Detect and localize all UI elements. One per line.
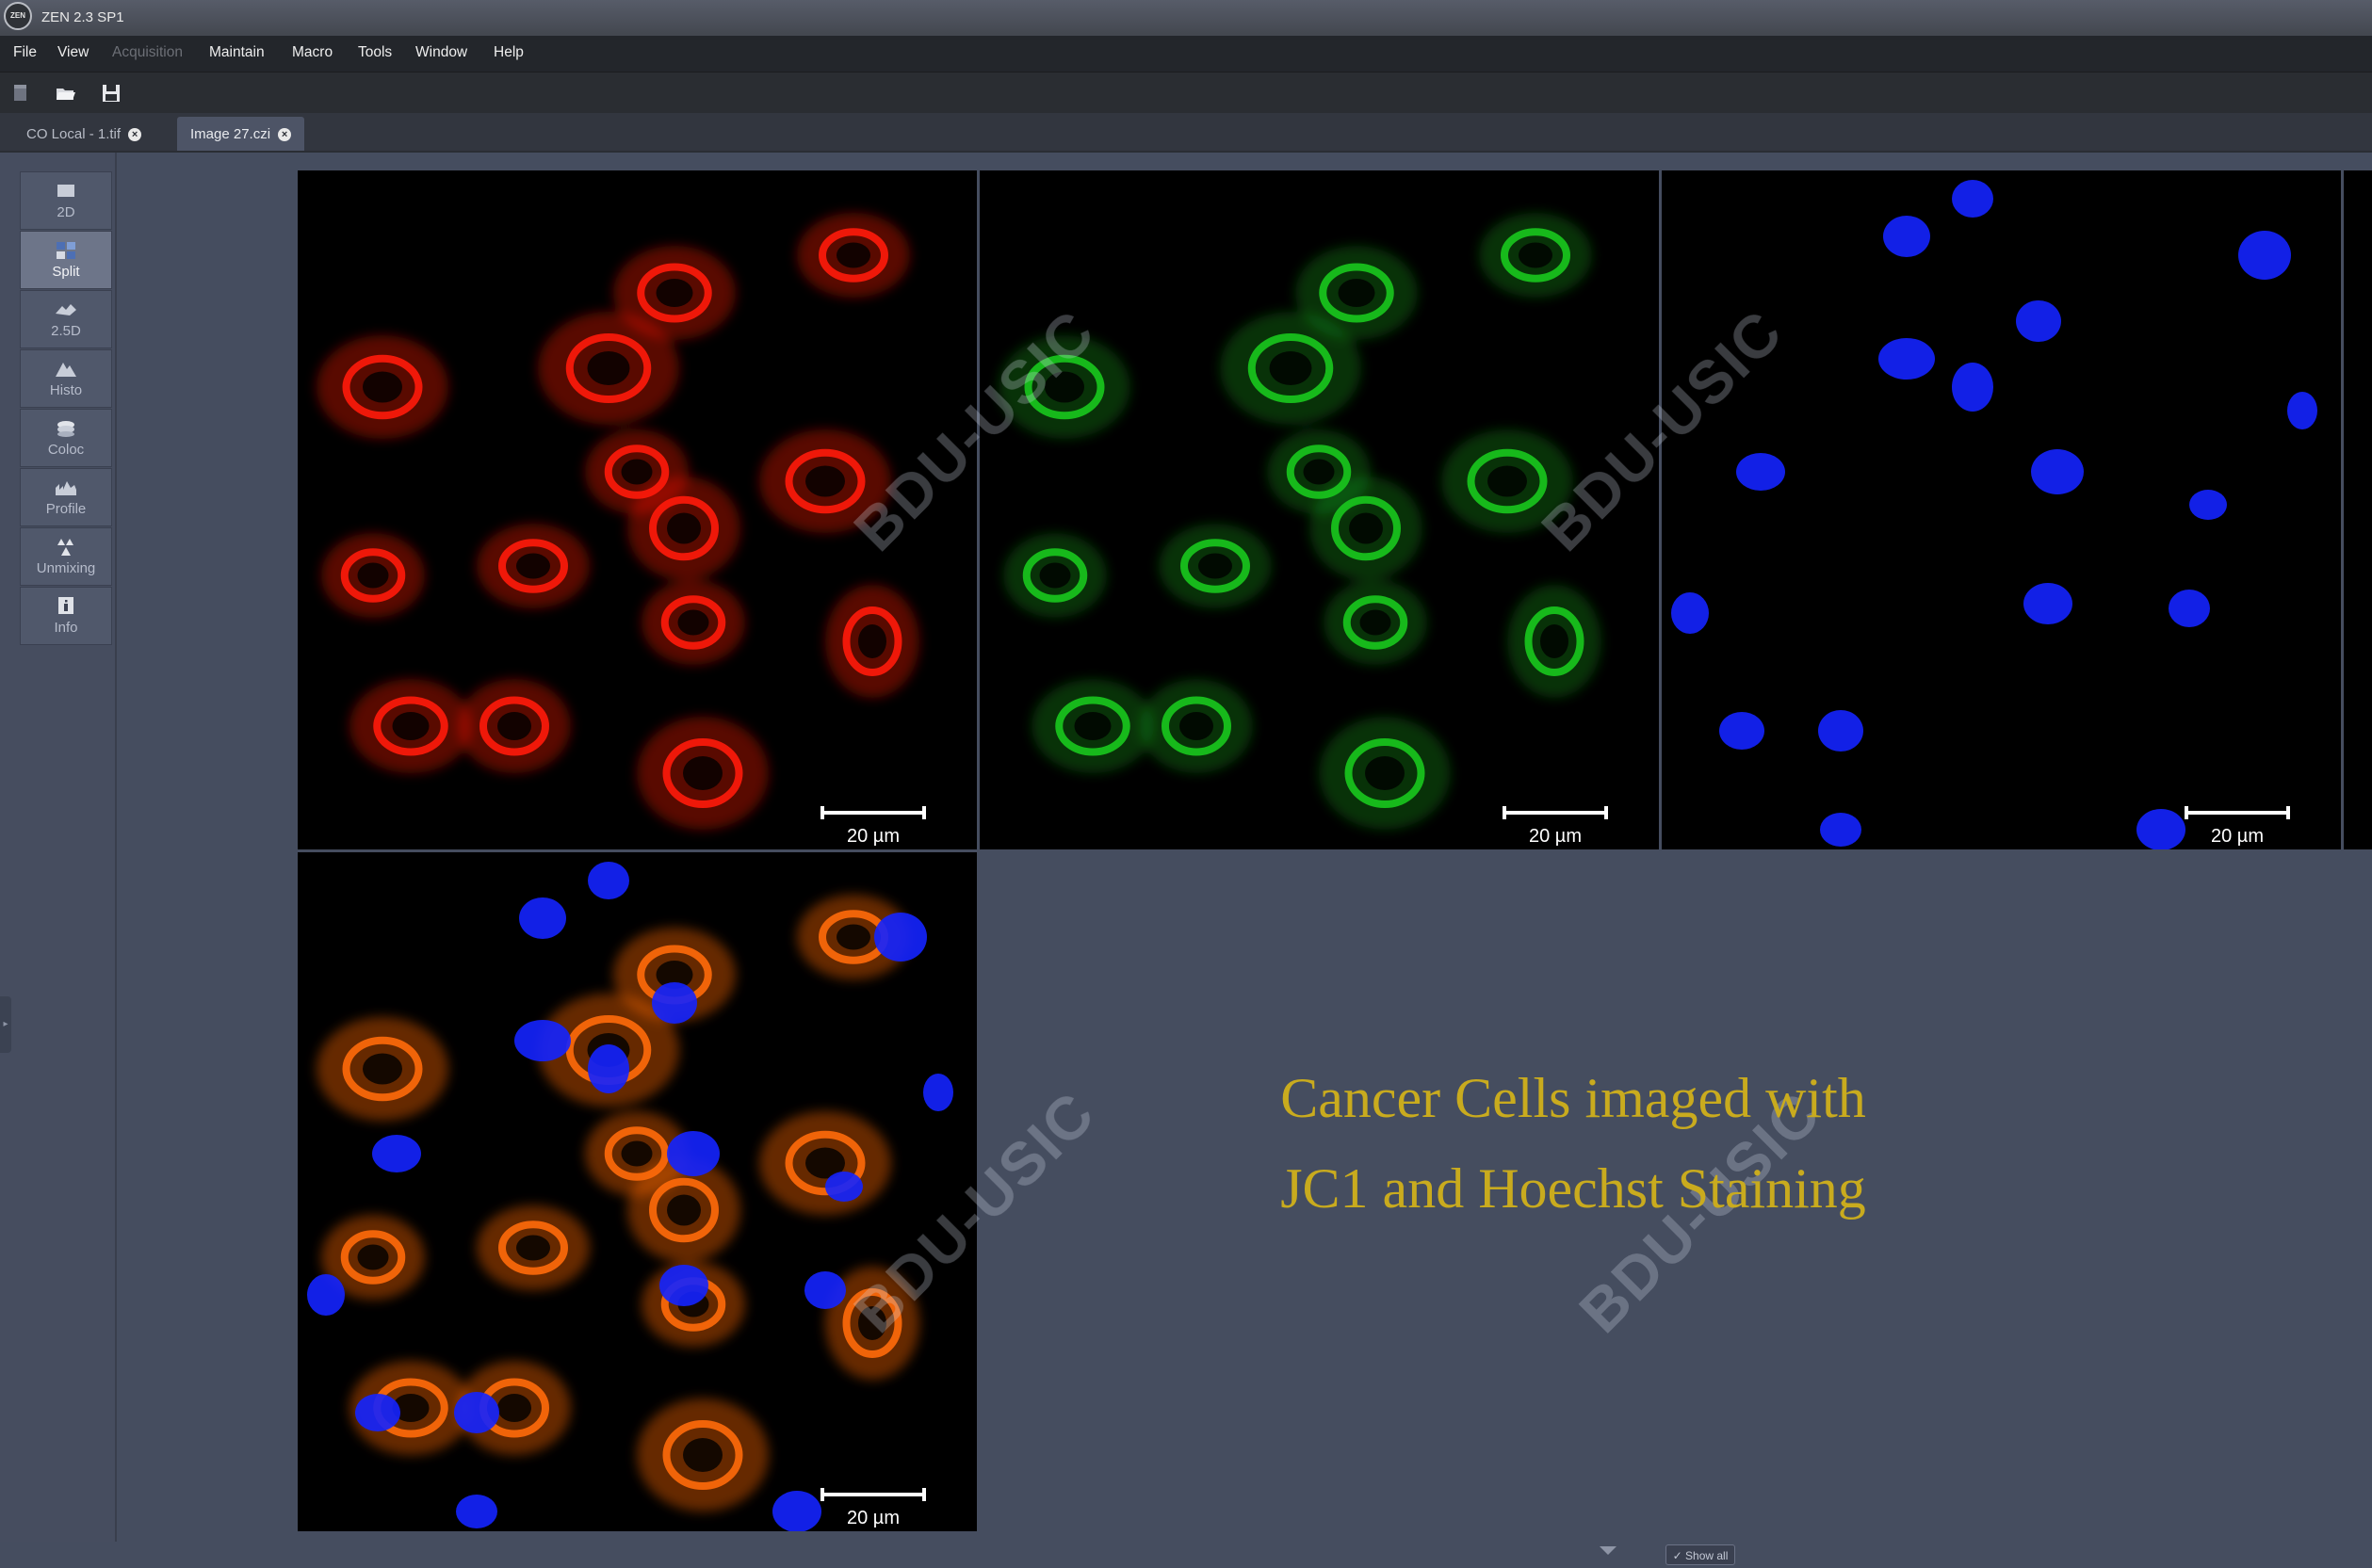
view-mode-label: 2.5D: [51, 323, 81, 339]
blue-channel-image: [1671, 180, 2317, 849]
view-mode-split[interactable]: Split: [20, 231, 112, 289]
view-mode-coloc[interactable]: Coloc: [20, 409, 112, 467]
view-mode-profile[interactable]: Profile: [20, 468, 112, 526]
view-mode-info[interactable]: Info: [20, 587, 112, 645]
view-mode-label: 2D: [57, 204, 75, 220]
view-mode-label: Unmixing: [36, 560, 96, 576]
merged-channel-image: [307, 862, 953, 1531]
menu-help[interactable]: Help: [494, 44, 524, 61]
caption-line-1: Cancer Cells imaged with: [1280, 1067, 1866, 1129]
scale-bar-label: 20 µm: [847, 826, 900, 847]
2d-icon: [57, 185, 74, 197]
split-icon: [57, 242, 75, 259]
zen-logo-icon: ZEN: [4, 2, 32, 30]
histogram-icon: [56, 363, 76, 377]
profile-icon: [56, 481, 76, 495]
menu-file[interactable]: File: [13, 44, 37, 61]
new-document-icon[interactable]: [9, 82, 32, 105]
save-icon[interactable]: [100, 82, 122, 105]
image-panel-merged[interactable]: 20 µm: [298, 852, 977, 1531]
view-mode-label: Split: [52, 264, 80, 280]
expand-arrow-icon[interactable]: [1600, 1546, 1617, 1555]
panel-collapse-handle[interactable]: ▸: [0, 996, 11, 1053]
scale-bar: 20 µm: [2185, 806, 2290, 849]
tab-image-27[interactable]: Image 27.czi ×: [177, 117, 305, 151]
image-caption: Cancer Cells imaged with JC1 and Hoechst…: [1121, 1053, 2025, 1234]
unmixing-icon: [57, 539, 73, 556]
menu-view[interactable]: View: [57, 44, 89, 61]
scale-bar: 20 µm: [820, 1488, 926, 1530]
toolbar: [0, 72, 2372, 114]
scale-bar: 20 µm: [820, 806, 926, 849]
show-all-label: Show all: [1685, 1549, 1729, 1562]
image-panel-partial: [2344, 170, 2372, 849]
scale-bar: 20 µm: [1503, 806, 1608, 849]
image-panel-blue-channel[interactable]: 20 µm: [1662, 170, 2341, 849]
tab-co-local[interactable]: CO Local - 1.tif ×: [13, 117, 154, 151]
scale-bar-label: 20 µm: [847, 1508, 900, 1528]
info-icon: [58, 597, 73, 614]
show-all-button[interactable]: ✓ Show all: [1665, 1544, 1735, 1565]
view-mode-2-5d[interactable]: 2.5D: [20, 290, 112, 348]
view-mode-histo[interactable]: Histo: [20, 349, 112, 408]
close-icon[interactable]: ×: [128, 128, 142, 141]
view-mode-label: Coloc: [47, 442, 85, 458]
coloc-icon: [57, 421, 74, 437]
view-mode-unmixing[interactable]: Unmixing: [20, 527, 112, 586]
scale-bar-label: 20 µm: [2211, 826, 2264, 847]
menu-window[interactable]: Window: [415, 44, 467, 61]
view-mode-label: Histo: [49, 382, 83, 398]
menu-maintain[interactable]: Maintain: [209, 44, 265, 61]
view-mode-2d[interactable]: 2D: [20, 171, 112, 230]
2-5d-icon: [56, 304, 76, 315]
menu-macro[interactable]: Macro: [292, 44, 333, 61]
tab-label: CO Local - 1.tif: [26, 126, 122, 142]
tab-label: Image 27.czi: [190, 126, 271, 142]
scale-bar-label: 20 µm: [1529, 826, 1582, 847]
menu-acquisition: Acquisition: [112, 44, 183, 60]
caption-line-2: JC1 and Hoechst Staining: [1280, 1157, 1866, 1220]
menu-tools[interactable]: Tools: [358, 44, 392, 61]
open-folder-icon[interactable]: [55, 82, 77, 105]
view-mode-label: Profile: [45, 501, 87, 517]
document-tab-bar: CO Local - 1.tif × Image 27.czi ×: [0, 113, 2372, 153]
close-icon[interactable]: ×: [278, 128, 292, 141]
app-title: ZEN 2.3 SP1: [41, 9, 124, 25]
title-bar: ZEN ZEN 2.3 SP1: [0, 0, 2372, 37]
view-mode-label: Info: [54, 620, 78, 636]
view-mode-sidebar: 2D Split 2.5D Histo Coloc Profile Unmixi…: [0, 153, 117, 1542]
menu-bar: File View Acquisition Maintain Macro Too…: [0, 36, 2372, 72]
